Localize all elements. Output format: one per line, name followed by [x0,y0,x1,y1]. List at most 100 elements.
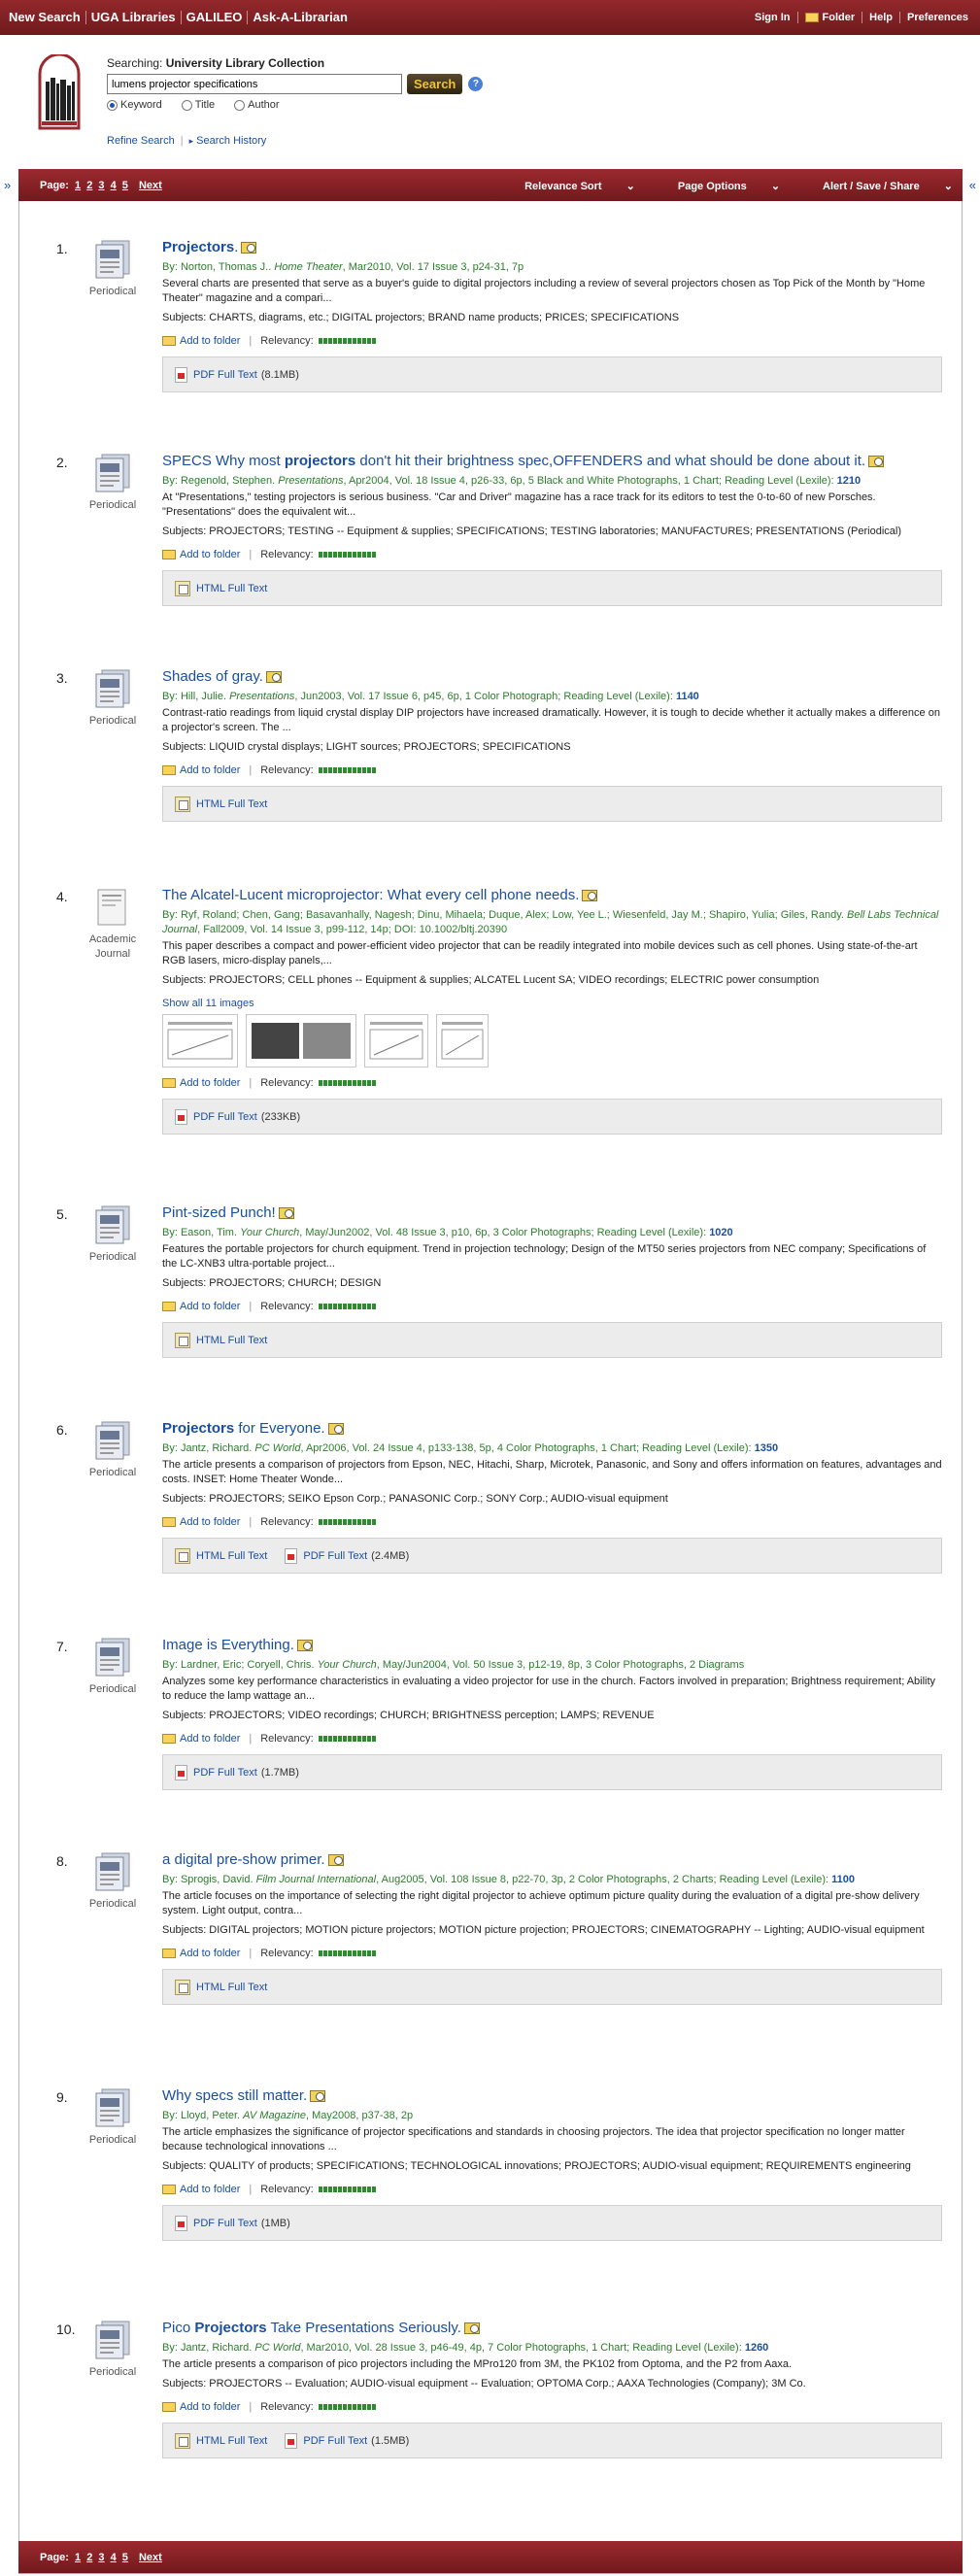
preferences-link[interactable]: Preferences [899,12,968,23]
title-text[interactable]: SPECS Why most [162,453,285,469]
periodical-icon[interactable] [92,1204,133,1245]
collapse-right-icon[interactable]: « [969,178,976,192]
title-highlight[interactable]: Projectors [162,1420,234,1437]
periodical-icon[interactable] [92,2087,133,2128]
ask-a-librarian-link[interactable]: Ask-A-Librarian [253,11,353,24]
result-title[interactable]: Projectors. [162,239,942,256]
add-to-folder-link[interactable]: Add to folder [162,1733,240,1745]
page-3-link[interactable]: 3 [98,180,104,191]
title-text[interactable]: Why specs still matter. [162,2087,307,2104]
pdf-full-text-link[interactable]: PDF Full Text (8.1MB) [175,366,299,383]
result-title[interactable]: Pico Projectors Take Presentations Serio… [162,2320,942,2337]
expand-left-icon[interactable]: » [4,178,11,192]
preview-icon[interactable] [868,456,885,468]
new-search-link[interactable]: New Search [9,11,86,24]
periodical-icon[interactable] [92,668,133,709]
periodical-icon[interactable] [92,453,133,493]
image-thumbnail[interactable] [364,1014,428,1068]
page-2-link[interactable]: 2 [86,2552,92,2563]
result-title[interactable]: Why specs still matter. [162,2087,942,2105]
html-full-text-link[interactable]: HTML Full Text [175,796,267,812]
title-text[interactable]: . [234,239,238,255]
keyword-option[interactable]: Keyword [107,99,172,111]
html-full-text-link[interactable]: HTML Full Text [175,1979,267,1995]
show-all-images-link[interactable]: Show all 11 images [162,998,942,1009]
title-highlight[interactable]: Projectors [162,239,234,255]
page-4-link[interactable]: 4 [111,2552,117,2563]
add-to-folder-link[interactable]: Add to folder [162,2184,240,2195]
page-options-menu[interactable]: Page Options ⌄ [657,180,780,192]
result-title[interactable]: a digital pre-show primer. [162,1851,942,1869]
title-text[interactable]: Shades of gray. [162,668,263,685]
html-full-text-link[interactable]: HTML Full Text [175,2432,267,2449]
search-input[interactable] [107,74,402,94]
periodical-icon[interactable] [92,1420,133,1461]
periodical-icon[interactable] [92,1637,133,1678]
result-title[interactable]: Projectors for Everyone. [162,1420,942,1438]
preview-icon[interactable] [241,242,257,254]
preview-icon[interactable] [265,671,282,684]
html-full-text-link[interactable]: HTML Full Text [175,1547,267,1564]
title-text[interactable]: Take Presentations Seriously. [267,2320,461,2336]
relevance-sort-menu[interactable]: Relevance Sort ⌄ [503,180,635,192]
title-radio[interactable] [181,99,192,111]
title-highlight[interactable]: Projectors [194,2320,266,2336]
image-thumbnail[interactable] [162,1014,238,1068]
keyword-radio[interactable] [107,99,118,111]
preview-icon[interactable] [310,2090,326,2103]
preview-icon[interactable] [327,1854,344,1867]
page-1-link[interactable]: 1 [75,2552,81,2563]
add-to-folder-link[interactable]: Add to folder [162,1948,240,1959]
add-to-folder-link[interactable]: Add to folder [162,764,240,776]
result-title[interactable]: SPECS Why most projectors don't hit thei… [162,453,942,470]
preview-icon[interactable] [582,890,598,902]
title-option[interactable]: Title [181,99,224,111]
page-5-link[interactable]: 5 [122,180,128,191]
search-history-link[interactable]: Search History [196,135,266,147]
next-page-link[interactable]: Next [139,180,162,191]
result-title[interactable]: Shades of gray. [162,668,942,686]
refine-search-link[interactable]: Refine Search [107,135,175,147]
image-thumbnail[interactable] [436,1014,489,1068]
author-radio[interactable] [234,99,246,111]
title-text[interactable]: Pico [162,2320,194,2336]
title-text[interactable]: Image is Everything. [162,1637,294,1653]
next-page-link[interactable]: Next [139,2552,162,2563]
help-icon[interactable]: ? [468,77,484,91]
title-text[interactable]: Pint-sized Punch! [162,1204,276,1221]
sign-in-link[interactable]: Sign In [748,12,791,23]
add-to-folder-link[interactable]: Add to folder [162,1077,240,1089]
preview-icon[interactable] [296,1640,313,1652]
pdf-full-text-link[interactable]: PDF Full Text (1MB) [175,2215,290,2231]
add-to-folder-link[interactable]: Add to folder [162,335,240,347]
preview-icon[interactable] [278,1207,294,1220]
academic-journal-icon[interactable] [92,887,133,928]
page-2-link[interactable]: 2 [86,180,92,191]
page-4-link[interactable]: 4 [111,180,117,191]
title-text[interactable]: The Alcatel-Lucent microprojector: What … [162,887,579,903]
pdf-full-text-link[interactable]: PDF Full Text (2.4MB) [285,1547,409,1564]
galileo-link[interactable]: GALILEO [186,11,249,24]
author-option[interactable]: Author [234,99,288,111]
folder-link[interactable]: Folder [796,12,855,23]
periodical-icon[interactable] [92,1851,133,1892]
title-text[interactable]: a digital pre-show primer. [162,1851,325,1868]
help-link[interactable]: Help [862,12,893,23]
add-to-folder-link[interactable]: Add to folder [162,549,240,560]
title-text[interactable]: for Everyone. [234,1420,324,1437]
periodical-icon[interactable] [92,2320,133,2360]
periodical-icon[interactable] [92,239,133,280]
pdf-full-text-link[interactable]: PDF Full Text (1.5MB) [285,2432,409,2449]
preview-icon[interactable] [327,1423,344,1436]
image-thumbnail[interactable] [246,1014,356,1068]
result-title[interactable]: Pint-sized Punch! [162,1204,942,1222]
uga-libraries-link[interactable]: UGA Libraries [91,11,182,24]
search-button[interactable]: Search [407,74,463,94]
page-3-link[interactable]: 3 [98,2552,104,2563]
html-full-text-link[interactable]: HTML Full Text [175,1332,267,1348]
pdf-full-text-link[interactable]: PDF Full Text (233KB) [175,1108,300,1125]
result-title[interactable]: The Alcatel-Lucent microprojector: What … [162,887,942,904]
html-full-text-link[interactable]: HTML Full Text [175,580,267,596]
alert-save-share-menu[interactable]: Alert / Save / Share ⌄ [801,180,953,192]
page-5-link[interactable]: 5 [122,2552,128,2563]
